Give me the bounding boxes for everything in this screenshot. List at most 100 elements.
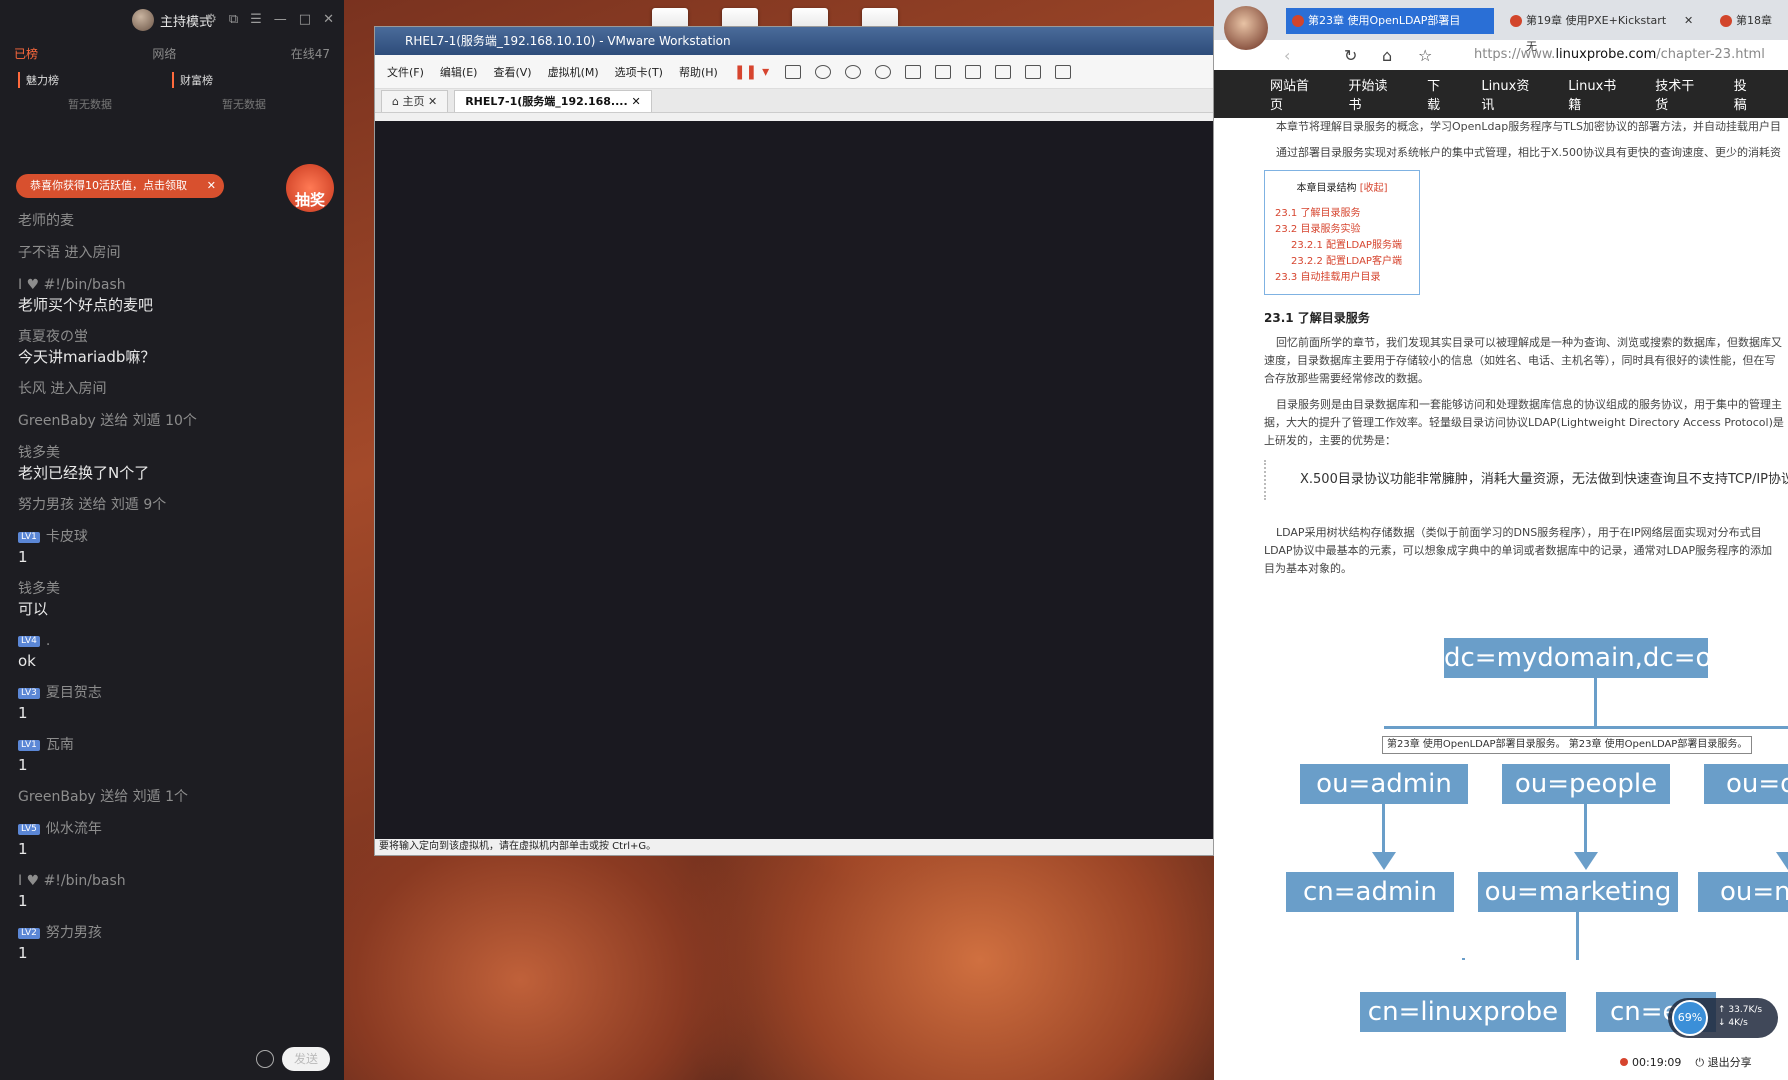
console-icon[interactable] — [1025, 64, 1042, 79]
message-text: 1 — [18, 756, 28, 774]
revert-snapshot-icon[interactable] — [845, 64, 862, 79]
toc-link[interactable]: 23.3 自动挂载用户目录 — [1275, 270, 1409, 286]
browser-tabstrip: 第23章 使用OpenLDAP部署目 第19章 使用PXE+Kickstart无… — [1214, 0, 1788, 53]
exit-share-button[interactable]: ⏻ 退出分享 — [1695, 1054, 1751, 1070]
fullscreen-icon[interactable] — [965, 64, 982, 79]
snapshot-manager-icon[interactable] — [875, 64, 892, 79]
nav-news[interactable]: Linux资讯 — [1481, 75, 1538, 113]
wealth-rank-empty: 暂无数据 — [222, 98, 266, 111]
browser-tab[interactable]: 第23章 使用OpenLDAP部署目 — [1286, 8, 1494, 34]
menu-edit[interactable]: 编辑(E) — [440, 64, 478, 80]
message-sender: I ♥ #!/bin/bash — [18, 277, 126, 293]
message-sender: 长风 进入房间 — [18, 381, 107, 397]
nav-submit[interactable]: 投稿 — [1734, 75, 1758, 113]
nav-tech[interactable]: 技术干货 — [1655, 75, 1704, 113]
send-button[interactable]: 发送 — [282, 1047, 330, 1071]
tree-connector — [1584, 804, 1587, 854]
toc-toggle[interactable]: [收起] — [1360, 183, 1388, 194]
close-icon[interactable]: ✕ — [207, 174, 216, 198]
charm-rank-empty: 暂无数据 — [68, 98, 112, 111]
nav-books[interactable]: Linux书籍 — [1568, 75, 1625, 113]
charm-rank-title[interactable]: 魅力榜 — [18, 72, 172, 88]
unity-icon[interactable] — [995, 64, 1012, 79]
close-icon[interactable]: ✕ — [1680, 8, 1693, 34]
library-icon[interactable] — [905, 64, 922, 79]
tab-online[interactable]: 在线47 — [291, 45, 330, 62]
article-paragraph: 回忆前面所学的章节，我们发现其实目录可以被理解成是一种为查询、浏览或搜索的数据库… — [1276, 336, 1782, 349]
article-paragraph: 据，大大的提升了管理工作效率。轻量级目录访问协议LDAP(Lightweight… — [1264, 416, 1784, 429]
nav-home[interactable]: 网站首页 — [1270, 75, 1319, 113]
message-text: 1 — [18, 548, 28, 566]
thumbnail-icon[interactable] — [935, 64, 952, 79]
tree-node: ou=n — [1698, 872, 1788, 912]
list-item: I ♥ #!/bin/bash 老师买个好点的麦吧 — [0, 276, 344, 315]
menu-tabs[interactable]: 选项卡(T) — [615, 64, 663, 80]
message-sender: . — [45, 633, 51, 649]
menu-help[interactable]: 帮助(H) — [679, 64, 718, 80]
tab-vm[interactable]: RHEL7-1(服务端_192.168.... ✕ — [454, 90, 652, 112]
list-item: LV4. ok — [0, 632, 344, 671]
toc-link[interactable]: 23.2 目录服务实验 — [1275, 222, 1409, 238]
message-text: 老师买个好点的麦吧 — [18, 296, 154, 314]
snapshot-icon[interactable] — [815, 64, 832, 79]
settings-icon[interactable]: ⚙ — [205, 12, 217, 27]
menu-vm[interactable]: 虚拟机(M) — [548, 64, 599, 80]
host-avatar[interactable] — [131, 9, 154, 31]
lottery-button[interactable]: 抽奖 — [286, 164, 334, 212]
toc-link[interactable]: 23.1 了解目录服务 — [1275, 206, 1409, 222]
nav-download[interactable]: 下载 — [1427, 75, 1451, 113]
send-keys-icon[interactable] — [785, 64, 802, 79]
download-speed: ↓ 4K/s — [1718, 1018, 1748, 1028]
list-item: 钱多美 老刘已经换了N个了 — [0, 444, 344, 483]
url-input[interactable]: https://www.linuxprobe.com/chapter-23.ht… — [1474, 47, 1765, 62]
toc-link[interactable]: 23.2.1 配置LDAP服务端 — [1275, 238, 1409, 254]
nav-read[interactable]: 开始读书 — [1349, 75, 1398, 113]
network-speed-widget[interactable]: 69% ↑ 33.7K/s ↓ 4K/s — [1668, 998, 1778, 1038]
article-paragraph: 上研发的，主要的优势是： — [1264, 434, 1396, 447]
back-icon[interactable]: ‹ — [1284, 46, 1290, 65]
close-icon[interactable]: ✕ — [323, 12, 334, 27]
popout-icon[interactable]: ⧉ — [229, 12, 238, 27]
chat-titlebar: 主持模式 ⚙ ⧉ ☰ — □ ✕ — [0, 0, 344, 40]
chat-input-bar: 发送 — [0, 1042, 344, 1080]
minimize-icon[interactable]: — — [274, 12, 287, 27]
live-chat-panel: 主持模式 ⚙ ⧉ ☰ — □ ✕ 已榜 网络 在线47 魅力榜 暂无数据 财富榜… — [0, 0, 344, 1080]
chat-tabs: 已榜 网络 在线47 — [0, 40, 344, 66]
url-domain: linuxprobe.com — [1555, 47, 1657, 62]
browser-tab[interactable]: 第19章 使用PXE+Kickstart无 — [1504, 8, 1674, 53]
home-icon[interactable]: ⌂ — [1382, 46, 1392, 65]
list-item: 老师的麦 — [0, 212, 344, 231]
avatar[interactable] — [1224, 6, 1268, 50]
reload-icon[interactable]: ↻ — [1344, 46, 1357, 65]
reward-notice[interactable]: 恭喜你获得10活跃值，点击领取 ✕ — [16, 174, 224, 198]
tree-arrow — [1776, 852, 1788, 870]
wealth-rank-title[interactable]: 财富榜 — [172, 72, 326, 88]
browser-tab[interactable]: 第18章 — [1714, 8, 1788, 34]
reward-notice-text: 恭喜你获得10活跃值，点击领取 — [30, 179, 187, 192]
gift-message: 努力男孩 送给 刘遁 9个 — [18, 497, 167, 513]
menu-icon[interactable]: ☰ — [250, 12, 262, 27]
tree-node: ou=admin — [1300, 764, 1468, 804]
bookmark-star-icon[interactable]: ☆ — [1418, 46, 1432, 65]
vmware-titlebar[interactable]: RHEL7-1(服务端_192.168.10.10) - VMware Work… — [375, 27, 1213, 55]
toc-link[interactable]: 23.2.2 配置LDAP客户端 — [1275, 254, 1409, 270]
list-item: 真夏夜の蛍 今天讲mariadb嘛？ — [0, 328, 344, 367]
pause-icon[interactable]: ❚❚ ▾ — [734, 64, 769, 80]
stretch-icon[interactable] — [1055, 64, 1072, 79]
tab-home[interactable]: ⌂ 主页 ✕ — [381, 90, 449, 112]
menu-file[interactable]: 文件(F) — [387, 64, 424, 80]
message-sender: 似水流年 — [45, 821, 102, 837]
menu-view[interactable]: 查看(V) — [493, 64, 531, 80]
tree-node: ou=marketing — [1478, 872, 1678, 912]
vm-console-screen[interactable] — [375, 121, 1213, 839]
maximize-icon[interactable]: □ — [299, 12, 311, 27]
chat-title: 主持模式 — [159, 14, 212, 30]
intro-paragraph: 通过部署目录服务实现对系统帐户的集中式管理，相比于X.500协议具有更快的查询速… — [1276, 146, 1782, 159]
article-paragraph: 目录服务则是由目录数据库和一套能够访问和处理数据库信息的协议组成的服务协议，用于… — [1276, 398, 1782, 411]
recording-timer: 00:19:09 — [1620, 1056, 1681, 1069]
message-text: 老刘已经换了N个了 — [18, 464, 150, 482]
list-item: 钱多美 可以 — [0, 580, 344, 619]
tab-rank[interactable]: 已榜 — [14, 45, 38, 62]
tab-network[interactable]: 网络 — [152, 45, 176, 62]
emoji-icon[interactable] — [256, 1050, 274, 1068]
